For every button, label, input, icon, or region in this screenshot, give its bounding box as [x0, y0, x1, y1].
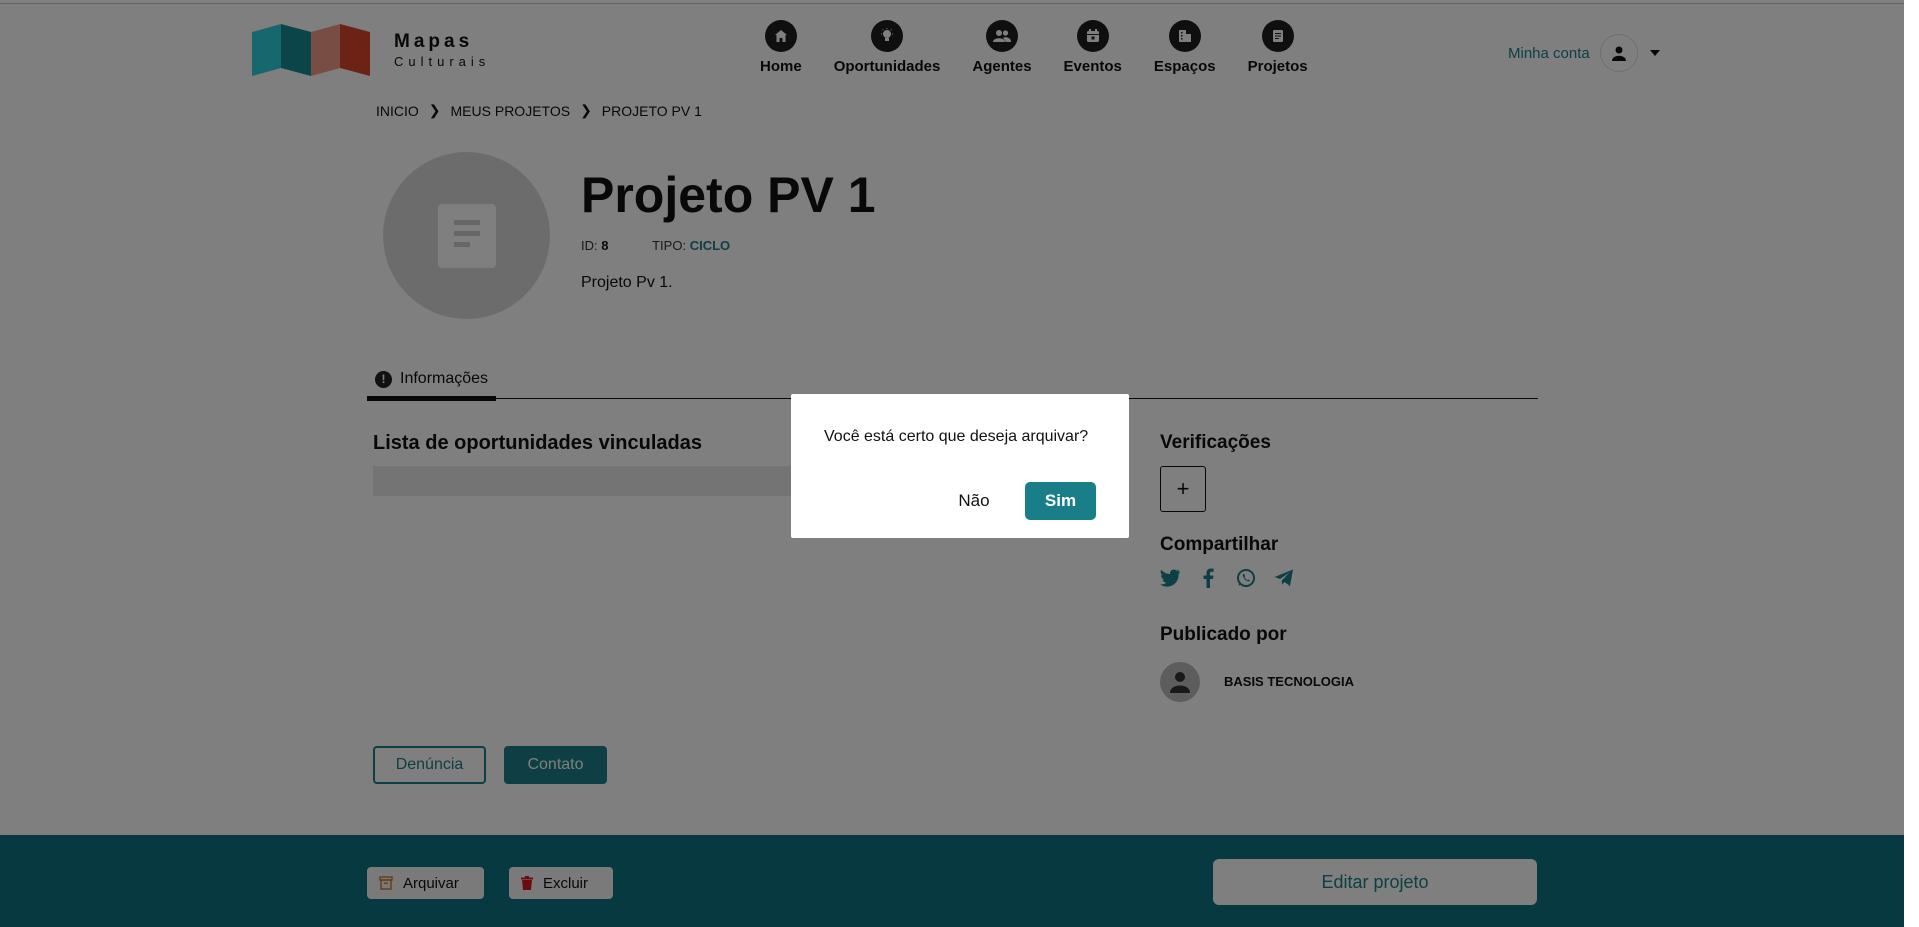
confirm-button[interactable]: Sim — [1025, 482, 1096, 520]
confirm-archive-dialog: Você está certo que deseja arquivar? Não… — [791, 394, 1129, 538]
scrollbar[interactable] — [1904, 0, 1919, 927]
page: Mapas Culturais Home Oportunidades — [0, 0, 1904, 927]
dialog-message: Você está certo que deseja arquivar? — [824, 428, 1089, 445]
cancel-button[interactable]: Não — [939, 482, 1009, 520]
